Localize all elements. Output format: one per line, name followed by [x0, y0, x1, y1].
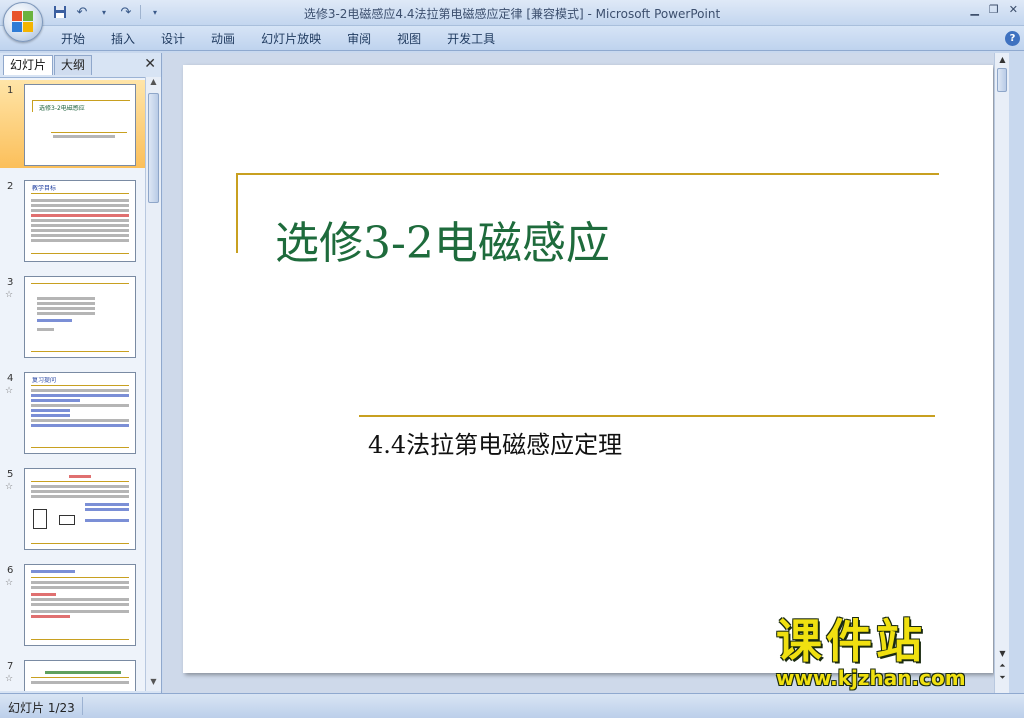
window-controls: ▁ ❐ ✕: [970, 3, 1018, 16]
minimize-icon[interactable]: ▁: [970, 3, 978, 16]
tab-animations[interactable]: 动画: [198, 31, 248, 47]
watermark-title: 课件站: [776, 614, 926, 668]
title-bar: ↶ ▾ ↷ ▾ 选修3-2电磁感应4.4法拉第电磁感应定律 [兼容模式] - M…: [0, 0, 1024, 42]
slide-thumbnail: [24, 276, 136, 358]
slide-thumbnail: 教学目标: [24, 180, 136, 262]
animation-icon: ☆: [5, 674, 14, 684]
slide-thumbnail: [24, 660, 136, 691]
pane-tabs: 幻灯片 大纲 ✕: [2, 55, 160, 75]
thumbnail-number: 7: [7, 661, 14, 672]
current-slide[interactable]: 选修3-2电磁感应 4.4法拉第电磁感应定理: [183, 65, 993, 673]
tab-insert[interactable]: 插入: [98, 31, 148, 47]
thumbnail-scrollbar[interactable]: ▲ ▼: [145, 77, 161, 691]
slide-title[interactable]: 选修3-2电磁感应: [275, 207, 610, 271]
slide-thumbnail: [24, 564, 136, 646]
slide-thumbnail: 选修3-2电磁感应: [24, 84, 136, 166]
window-title: 选修3-2电磁感应4.4法拉第电磁感应定律 [兼容模式] - Microsoft…: [303, 7, 721, 21]
restore-icon[interactable]: ❐: [989, 3, 999, 16]
thumbnail-item[interactable]: 7 ☆: [0, 656, 145, 691]
slide-editor: 选修3-2电磁感应 4.4法拉第电磁感应定理 ▲ ▼ ⏶ ⏷: [163, 53, 1009, 693]
office-button[interactable]: [3, 2, 43, 42]
decorative-line: [359, 415, 935, 417]
thumbnail-item[interactable]: 4 ☆ 复习提问: [0, 368, 145, 456]
thumbnail-item[interactable]: 1 选修3-2电磁感应: [0, 80, 145, 168]
animation-icon: ☆: [5, 290, 14, 300]
thumbnail-number: 1: [7, 85, 14, 96]
animation-icon: ☆: [5, 578, 14, 588]
animation-icon: ☆: [5, 482, 14, 492]
help-icon[interactable]: ?: [1005, 31, 1020, 46]
tab-home[interactable]: 开始: [48, 31, 98, 47]
thumbnail-title: 选修3-2电磁感应: [39, 105, 85, 112]
tab-review[interactable]: 审阅: [334, 31, 384, 47]
thumbnail-title: 教学目标: [32, 185, 57, 192]
thumbnail-item[interactable]: 5 ☆: [0, 464, 145, 552]
scrollbar-thumb[interactable]: [997, 68, 1007, 92]
thumbnail-number: 4: [7, 373, 14, 384]
scroll-up-icon[interactable]: ▲: [995, 55, 1010, 64]
thumbnail-number: 6: [7, 565, 14, 576]
slides-pane: 幻灯片 大纲 ✕ 1 选修3-2电磁感应 2 教学目标 3 ☆ 4 ☆ 复习提问…: [0, 53, 162, 693]
tab-developer[interactable]: 开发工具: [434, 31, 508, 47]
animation-icon: ☆: [5, 386, 14, 396]
tab-view[interactable]: 视图: [384, 31, 434, 47]
thumbnail-item[interactable]: 3 ☆: [0, 272, 145, 360]
slide-scrollbar[interactable]: ▲ ▼ ⏶ ⏷: [994, 53, 1009, 693]
ribbon: 开始 插入 设计 动画 幻灯片放映 审阅 视图 开发工具 ?: [0, 26, 1024, 51]
status-bar: 幻灯片 1/23: [0, 693, 1024, 718]
watermark-logo: 课件站 www.kjzhan.com: [776, 615, 1006, 695]
thumbnail-title: 复习提问: [32, 377, 57, 384]
scroll-down-icon[interactable]: ▼: [146, 677, 161, 691]
thumbnail-number: 3: [7, 277, 14, 288]
slide-thumbnail: [24, 468, 136, 550]
slide-indicator: 幻灯片 1/23: [8, 701, 75, 715]
ribbon-tabs: 开始 插入 设计 动画 幻灯片放映 审阅 视图 开发工具: [48, 31, 508, 47]
decorative-line: [236, 173, 238, 253]
scrollbar-thumb[interactable]: [148, 93, 159, 203]
thumbnail-item[interactable]: 2 教学目标: [0, 176, 145, 264]
tab-outline[interactable]: 大纲: [54, 55, 93, 75]
thumbnail-number: 5: [7, 469, 14, 480]
office-logo-icon: [12, 11, 34, 33]
tab-slides[interactable]: 幻灯片: [3, 55, 54, 75]
slide-thumbnail: 复习提问: [24, 372, 136, 454]
tab-slideshow[interactable]: 幻灯片放映: [248, 31, 334, 47]
tab-design[interactable]: 设计: [148, 31, 198, 47]
status-separator: [82, 697, 83, 715]
close-pane-icon[interactable]: ✕: [144, 56, 156, 72]
thumbnail-list: 1 选修3-2电磁感应 2 教学目标 3 ☆ 4 ☆ 复习提问 5 ☆ 6 ☆ …: [0, 77, 145, 691]
scroll-up-icon[interactable]: ▲: [146, 77, 161, 91]
close-icon[interactable]: ✕: [1009, 3, 1018, 16]
slide-subtitle[interactable]: 4.4法拉第电磁感应定理: [368, 425, 622, 460]
thumbnail-number: 2: [7, 181, 14, 192]
thumbnail-item[interactable]: 6 ☆: [0, 560, 145, 648]
watermark-url: www.kjzhan.com: [776, 666, 966, 690]
decorative-line: [236, 173, 939, 175]
